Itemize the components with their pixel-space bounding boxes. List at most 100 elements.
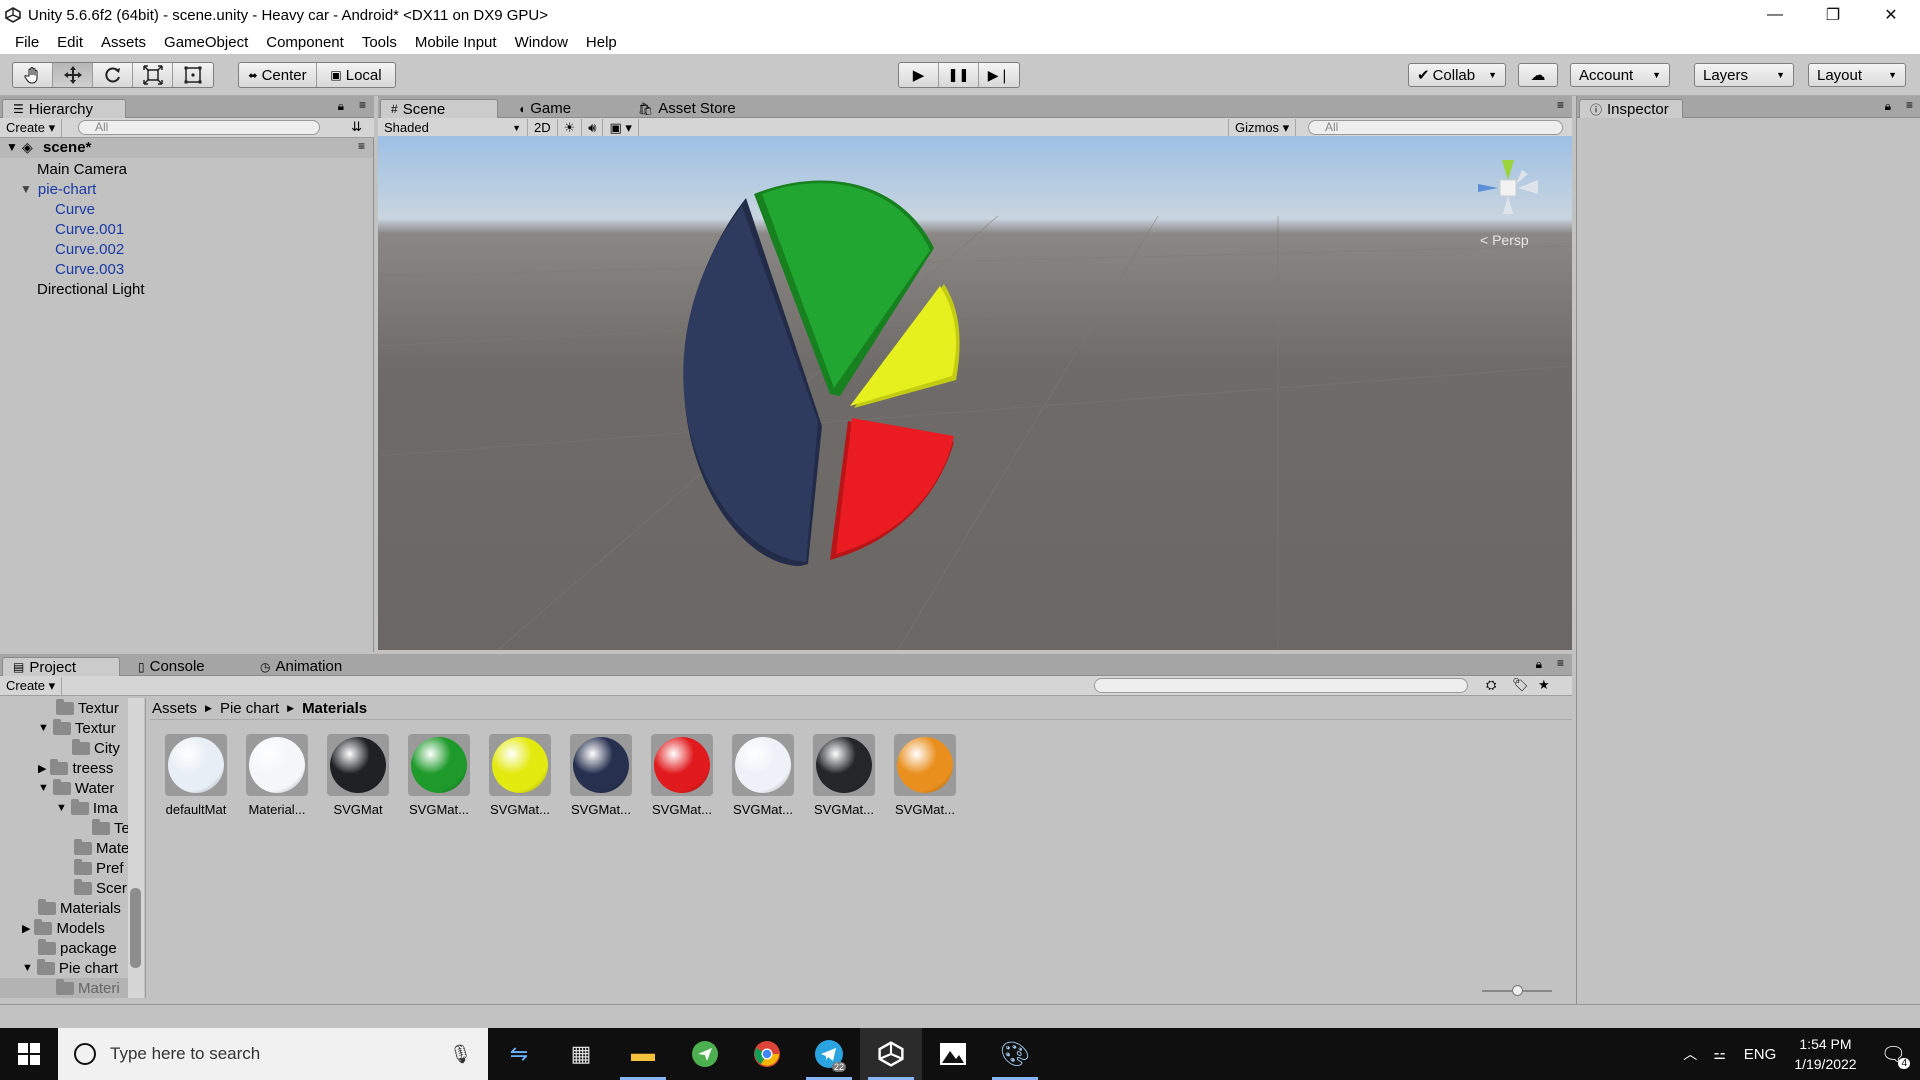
material-asset[interactable]: SVGMat...: [806, 734, 882, 817]
shading-dropdown[interactable]: Shaded ▼: [378, 118, 528, 137]
tree-folder[interactable]: City: [72, 738, 120, 758]
menu-file[interactable]: File: [6, 34, 48, 51]
collab-dropdown[interactable]: ✔ Collab ▼: [1408, 63, 1506, 87]
hierarchy-item[interactable]: Curve.002: [55, 239, 124, 259]
lock-icon[interactable]: 🔒︎: [338, 99, 344, 114]
microphone-icon[interactable]: 🎙︎: [449, 1044, 472, 1065]
chevron-right-icon[interactable]: ▶: [22, 922, 30, 935]
windows-start-button[interactable]: [0, 1028, 58, 1080]
taskbar-search[interactable]: Type here to search 🎙︎: [58, 1028, 488, 1080]
material-asset[interactable]: Material...: [239, 734, 315, 817]
minimize-button[interactable]: —: [1746, 0, 1804, 30]
pause-button[interactable]: ❚❚: [939, 63, 979, 87]
hierarchy-item[interactable]: Curve: [55, 199, 95, 219]
breadcrumb-item-current[interactable]: Materials: [302, 700, 367, 717]
play-button[interactable]: ▶: [899, 63, 939, 87]
project-search-input[interactable]: [1094, 678, 1468, 693]
tree-folder[interactable]: ▼ Pie chart: [22, 958, 118, 978]
chevron-up-icon[interactable]: ︿: [1683, 1044, 1697, 1064]
menu-help[interactable]: Help: [577, 34, 626, 51]
star-icon[interactable]: ★: [1538, 677, 1550, 693]
scale-icon[interactable]: [133, 63, 173, 87]
menu-tools[interactable]: Tools: [353, 34, 406, 51]
tree-folder[interactable]: Mate: [74, 838, 129, 858]
material-asset[interactable]: SVGMat: [320, 734, 396, 817]
scene-menu-icon[interactable]: ≡: [358, 139, 365, 153]
chevron-right-icon[interactable]: ▶: [38, 762, 46, 775]
tree-folder[interactable]: ▶ treess: [38, 758, 113, 778]
menu-component[interactable]: Component: [257, 34, 353, 51]
tree-folder[interactable]: package: [38, 938, 117, 958]
chevron-down-icon[interactable]: ▼: [38, 782, 49, 794]
scene-viewport[interactable]: < Persp: [378, 136, 1572, 650]
taskbar-app-icon[interactable]: [736, 1028, 798, 1080]
pie-chart-model[interactable]: [683, 180, 960, 566]
taskbar-app-icon[interactable]: [674, 1028, 736, 1080]
tab-project[interactable]: ▤ Project: [2, 657, 120, 676]
scene-search-input[interactable]: All: [1308, 120, 1563, 135]
hierarchy-item[interactable]: ▼ pie-chart: [20, 179, 96, 199]
taskbar-app-icon[interactable]: ▬: [612, 1028, 674, 1080]
scene-header[interactable]: ▼ ◈ scene* ≡: [0, 138, 373, 158]
create-dropdown[interactable]: Create ▾: [0, 118, 63, 137]
close-button[interactable]: ✕: [1862, 0, 1920, 30]
hierarchy-item[interactable]: Curve.001: [55, 219, 124, 239]
tab-hierarchy[interactable]: ☰ Hierarchy: [2, 99, 126, 118]
tab-console[interactable]: ▯ Console: [128, 657, 215, 676]
menu-gameobject[interactable]: GameObject: [155, 34, 257, 51]
tab-animation[interactable]: ◷ Animation: [250, 657, 352, 676]
zoom-slider[interactable]: [1482, 985, 1552, 996]
material-asset[interactable]: SVGMat...: [887, 734, 963, 817]
panel-menu-icon[interactable]: ≡: [1906, 98, 1913, 112]
taskbar-app-icon[interactable]: ▦: [550, 1028, 612, 1080]
breadcrumb-item[interactable]: Assets: [152, 700, 197, 717]
tree-folder-selected[interactable]: Materi: [0, 978, 128, 998]
hand-icon[interactable]: [13, 63, 53, 87]
panel-menu-icon[interactable]: ≡: [1557, 656, 1564, 670]
account-dropdown[interactable]: Account ▼: [1570, 63, 1670, 87]
orientation-gizmo[interactable]: [1478, 160, 1538, 214]
lock-icon[interactable]: 🔒︎: [1885, 99, 1891, 114]
cloud-button[interactable]: ☁: [1518, 63, 1558, 87]
panel-menu-icon[interactable]: ≡: [359, 98, 366, 112]
menu-window[interactable]: Window: [506, 34, 577, 51]
step-button[interactable]: ▶❘: [979, 63, 1019, 87]
material-asset[interactable]: SVGMat...: [725, 734, 801, 817]
label-icon[interactable]: 🏷︎: [1512, 677, 1529, 693]
restore-button[interactable]: ❐: [1804, 0, 1862, 30]
chevron-down-icon[interactable]: ▼: [22, 962, 33, 974]
tab-inspector[interactable]: ⓘ Inspector: [1579, 99, 1683, 118]
hierarchy-item[interactable]: Directional Light: [37, 279, 145, 299]
layers-dropdown[interactable]: Layers ▼: [1694, 63, 1794, 87]
pie-slice-red[interactable]: [836, 418, 954, 554]
network-icon[interactable]: ⚍: [1713, 1046, 1726, 1063]
move-icon[interactable]: [53, 63, 93, 87]
tree-folder[interactable]: ▶ Models: [22, 918, 105, 938]
layout-dropdown[interactable]: Layout ▼: [1808, 63, 1906, 87]
tab-asset-store[interactable]: 🛍︎ Asset Store: [628, 99, 746, 118]
filter-type-icon[interactable]: ⛭: [1486, 677, 1496, 693]
tab-game[interactable]: ◖ Game: [508, 99, 581, 118]
tree-scrollbar[interactable]: [128, 698, 144, 998]
lock-icon[interactable]: 🔒︎: [1536, 657, 1542, 672]
rotate-icon[interactable]: [93, 63, 133, 87]
zoom-slider-thumb[interactable]: [1512, 985, 1523, 996]
hierarchy-search-input[interactable]: All: [78, 120, 320, 135]
breadcrumb-item[interactable]: Pie chart: [220, 700, 279, 717]
tree-folder[interactable]: Scer: [74, 878, 127, 898]
create-dropdown[interactable]: Create ▾: [0, 676, 63, 695]
menu-edit[interactable]: Edit: [48, 34, 92, 51]
taskbar-app-icon[interactable]: ⇋: [488, 1028, 550, 1080]
tree-folder[interactable]: Materials: [38, 898, 121, 918]
taskbar-app-icon[interactable]: 22: [798, 1028, 860, 1080]
scrollbar-thumb[interactable]: [130, 888, 141, 968]
scene-render[interactable]: [378, 136, 1572, 650]
tree-folder[interactable]: Textur: [56, 698, 119, 718]
tree-folder[interactable]: ▼ Textur: [38, 718, 116, 738]
hierarchy-item[interactable]: Main Camera: [37, 159, 127, 179]
toggle-2d-button[interactable]: 2D: [528, 118, 558, 137]
taskbar-app-icon[interactable]: [922, 1028, 984, 1080]
taskbar-app-icon[interactable]: [860, 1028, 922, 1080]
light-icon[interactable]: ☀: [558, 118, 583, 137]
hierarchy-item[interactable]: Curve.003: [55, 259, 124, 279]
